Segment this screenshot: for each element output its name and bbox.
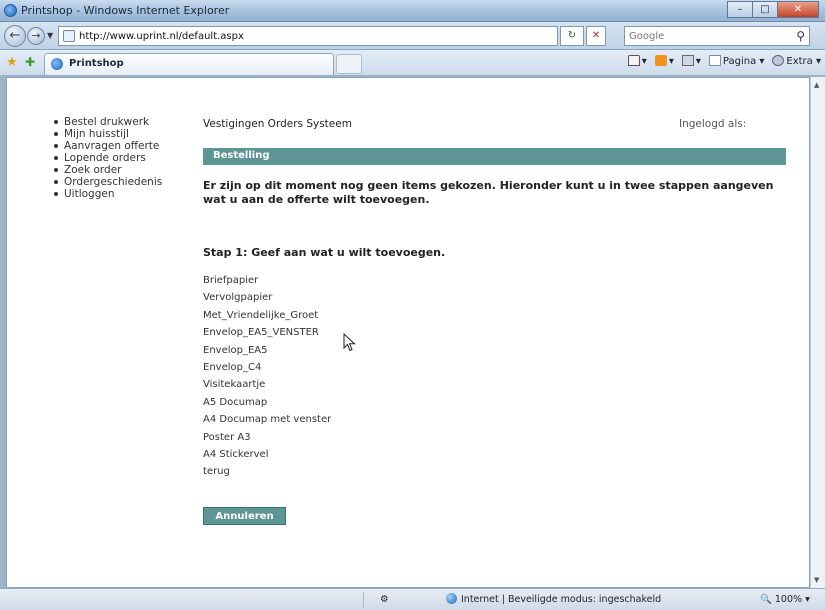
status-bar: ⚙ Internet | Beveiligde modus: ingeschak… bbox=[0, 588, 825, 610]
minimize-button[interactable]: – bbox=[727, 1, 753, 18]
zoom-control[interactable]: 🔍 100% ▾ bbox=[760, 592, 820, 608]
print-icon bbox=[681, 55, 694, 66]
mouse-cursor-icon bbox=[343, 333, 356, 352]
maximize-button[interactable]: □ bbox=[752, 1, 778, 18]
search-input[interactable] bbox=[629, 28, 779, 44]
section-header: Bestelling bbox=[203, 148, 786, 165]
search-icon[interactable]: ⚲ bbox=[796, 29, 805, 43]
url-input[interactable] bbox=[79, 28, 549, 44]
status-text bbox=[4, 592, 364, 608]
refresh-button[interactable]: ↻ bbox=[560, 26, 584, 46]
product-link-a4-stickervel[interactable]: A4 Stickervel bbox=[203, 449, 331, 467]
feeds-button[interactable]: ▾ bbox=[654, 55, 674, 67]
print-dropdown: ▾ bbox=[695, 56, 701, 67]
home-button[interactable]: ▾ bbox=[627, 55, 647, 67]
history-dropdown-icon[interactable]: ▼ bbox=[47, 31, 53, 40]
tools-menu[interactable]: Extra ▾ bbox=[772, 55, 821, 67]
feed-icon bbox=[654, 55, 667, 66]
forward-button[interactable]: → bbox=[27, 27, 45, 45]
logged-in-label: Ingelogd als: bbox=[679, 118, 747, 130]
tools-gear-icon bbox=[772, 55, 785, 66]
print-button[interactable]: ▾ bbox=[681, 55, 701, 67]
internet-globe-icon bbox=[446, 593, 457, 604]
tools-menu-label: Extra ▾ bbox=[786, 56, 821, 67]
sidebar-item-bestel-drukwerk[interactable]: Bestel drukwerk bbox=[53, 116, 162, 128]
sidebar-item-uitloggen[interactable]: Uitloggen bbox=[53, 188, 162, 200]
address-toolbar: ← → ▼ ↻ ✕ ⚲ bbox=[0, 22, 825, 50]
product-list: Briefpapier Vervolgpapier Met_Vriendelij… bbox=[203, 275, 331, 485]
security-zone-label: Internet | Beveiligde modus: ingeschakel… bbox=[461, 594, 662, 605]
scroll-down-icon[interactable]: ▼ bbox=[814, 576, 819, 584]
favorites-star-icon[interactable]: ★ bbox=[6, 55, 18, 70]
page-icon bbox=[63, 30, 75, 42]
tab-toolbar: ★ ✚ Printshop ▾ ▾ ▾ Pagina ▾ Extra ▾ bbox=[0, 50, 825, 76]
zoom-level: 100% bbox=[774, 594, 803, 605]
system-title: Vestigingen Orders Systeem bbox=[203, 118, 352, 130]
command-bar: ▾ ▾ ▾ Pagina ▾ Extra ▾ bbox=[620, 55, 821, 67]
product-link-envelop-ea5-venster[interactable]: Envelop_EA5_VENSTER bbox=[203, 327, 331, 345]
vertical-scrollbar[interactable]: ▲ ▼ bbox=[810, 77, 825, 588]
sidebar-item-ordergeschiedenis[interactable]: Ordergeschiedenis bbox=[53, 176, 162, 188]
address-tools: ↻ ✕ bbox=[560, 26, 608, 46]
product-link-envelop-c4[interactable]: Envelop_C4 bbox=[203, 362, 331, 380]
feeds-dropdown: ▾ bbox=[668, 56, 674, 67]
window-controls: – □ ✕ bbox=[727, 1, 819, 18]
product-link-poster-a3[interactable]: Poster A3 bbox=[203, 432, 331, 450]
cancel-button[interactable]: Annuleren bbox=[203, 507, 286, 525]
stop-button[interactable]: ✕ bbox=[586, 26, 606, 46]
product-link-visitekaartje[interactable]: Visitekaartje bbox=[203, 379, 331, 397]
protected-mode-icon: ⚙ bbox=[380, 594, 389, 605]
product-link-vervolgpapier[interactable]: Vervolgpapier bbox=[203, 293, 331, 310]
product-link-a5-documap[interactable]: A5 Documap bbox=[203, 397, 331, 415]
notice-text: Er zijn op dit moment nog geen items gek… bbox=[203, 179, 774, 206]
ie-logo-icon bbox=[4, 4, 17, 17]
back-button[interactable]: ← bbox=[4, 25, 26, 47]
add-favorite-icon[interactable]: ✚ bbox=[25, 55, 35, 69]
product-link-briefpapier[interactable]: Briefpapier bbox=[203, 275, 331, 293]
sidebar-item-zoek-order[interactable]: Zoek order bbox=[53, 164, 162, 176]
page-viewport: Bestel drukwerk Mijn huisstijl Aanvragen… bbox=[6, 77, 810, 588]
address-field[interactable] bbox=[58, 26, 558, 46]
product-link-envelop-ea5[interactable]: Envelop_EA5 bbox=[203, 345, 331, 363]
sidebar-item-aanvragen-offerte[interactable]: Aanvragen offerte bbox=[53, 140, 162, 152]
search-box[interactable]: ⚲ bbox=[624, 26, 810, 46]
zoom-icon: 🔍 bbox=[760, 594, 772, 605]
sidebar-item-mijn-huisstijl[interactable]: Mijn huisstijl bbox=[53, 128, 162, 140]
tab-printshop[interactable]: Printshop bbox=[44, 53, 334, 75]
close-button[interactable]: ✕ bbox=[777, 1, 819, 18]
window-titlebar: Printshop - Windows Internet Explorer – … bbox=[0, 0, 825, 22]
home-dropdown: ▾ bbox=[641, 56, 647, 67]
back-link[interactable]: terug bbox=[203, 466, 331, 484]
section-title: Bestelling bbox=[213, 150, 270, 161]
product-link-met-vriendelijke-groet[interactable]: Met_Vriendelijke_Groet bbox=[203, 310, 331, 328]
sidebar-item-lopende-orders[interactable]: Lopende orders bbox=[53, 152, 162, 164]
home-icon bbox=[627, 55, 640, 66]
tab-label: Printshop bbox=[69, 58, 124, 69]
page-menu[interactable]: Pagina ▾ bbox=[708, 55, 765, 67]
window-title: Printshop - Windows Internet Explorer bbox=[21, 4, 230, 17]
page-menu-icon bbox=[708, 55, 721, 66]
page-menu-label: Pagina ▾ bbox=[722, 56, 765, 67]
security-zone[interactable]: Internet | Beveiligde modus: ingeschakel… bbox=[446, 592, 746, 608]
tab-page-icon bbox=[51, 58, 63, 70]
scroll-up-icon[interactable]: ▲ bbox=[814, 81, 819, 89]
step-heading: Stap 1: Geef aan wat u wilt toevoegen. bbox=[203, 246, 446, 259]
new-tab-button[interactable] bbox=[336, 54, 362, 74]
product-link-a4-documap-venster[interactable]: A4 Documap met venster bbox=[203, 414, 331, 432]
sidebar-nav: Bestel drukwerk Mijn huisstijl Aanvragen… bbox=[53, 116, 162, 200]
